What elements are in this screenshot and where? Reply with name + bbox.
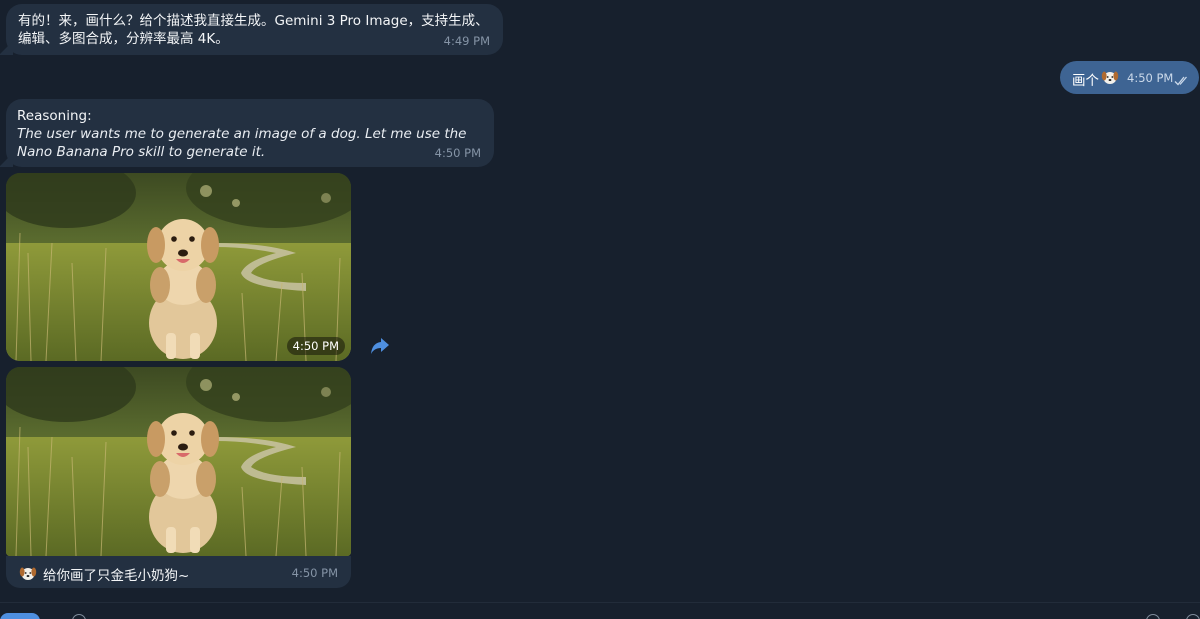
composer-button[interactable] (0, 613, 40, 619)
emoji-icon[interactable] (1146, 614, 1160, 619)
reasoning-message[interactable]: Reasoning: The user wants me to generate… (6, 99, 494, 167)
message-time: 4:50 PM (291, 566, 338, 580)
message-time: 4:50 PM (434, 146, 481, 160)
caption-text: 给你画了只金毛小奶狗~ (43, 568, 190, 584)
message-time: 4:50 PM (1127, 71, 1174, 85)
message-time: 4:49 PM (443, 34, 490, 48)
chat-window: 有的！来，画什么？给个描述我直接生成。Gemini 3 Pro Image，支持… (0, 0, 1200, 619)
composer-bar (0, 602, 1200, 619)
microphone-icon[interactable] (1186, 614, 1200, 619)
dog-face-icon (19, 564, 37, 586)
attach-icon[interactable] (72, 614, 86, 619)
reasoning-title: Reasoning: (17, 108, 92, 124)
message-text-line: 有的！来，画什么？给个描述我直接生成。Gemini 3 Pro Image，支持… (18, 13, 489, 29)
golden-retriever-puppy-image (6, 367, 351, 556)
photo-caption[interactable]: 给你画了只金毛小奶狗~ 4:50 PM (6, 556, 351, 588)
photo-message[interactable] (6, 367, 351, 556)
outgoing-message[interactable]: 画个 4:50 PM (1060, 61, 1199, 94)
photo-time: 4:50 PM (286, 337, 345, 355)
message-text-line: 编辑、多图合成，分辨率最高 4K。 (18, 31, 229, 47)
incoming-message[interactable]: 有的！来，画什么？给个描述我直接生成。Gemini 3 Pro Image，支持… (6, 4, 503, 55)
dog-face-icon (1101, 68, 1119, 90)
double-check-icon (1174, 72, 1190, 86)
photo-message[interactable]: 4:50 PM (6, 173, 351, 361)
message-text: 画个 (1072, 73, 1099, 89)
reasoning-text: The user wants me to generate an image o… (17, 126, 467, 160)
forward-arrow-icon[interactable] (369, 336, 391, 356)
golden-retriever-puppy-image (6, 173, 351, 361)
